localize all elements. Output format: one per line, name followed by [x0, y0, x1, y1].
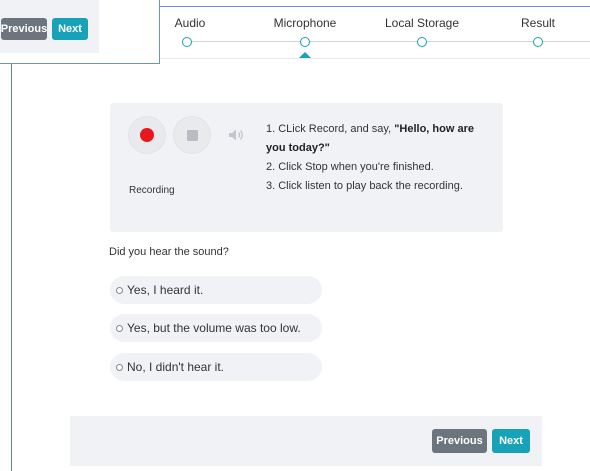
previous-button[interactable]: Previous	[432, 429, 487, 453]
step-label-result: Result	[520, 16, 556, 30]
speaker-icon	[229, 129, 243, 141]
instruction-step-2: 2. Click Stop when you're finished.	[266, 161, 434, 173]
question-text: Did you hear the sound?	[109, 246, 229, 258]
next-button[interactable]: Next	[492, 429, 530, 453]
record-button[interactable]	[129, 117, 165, 153]
step-label-audio: Audio	[174, 16, 206, 30]
bottom-nav-bar: Previous Next	[70, 416, 542, 466]
progress-stepper: Audio Microphone Local Storage Result	[160, 7, 590, 59]
floating-nav-panel: Previous Next	[0, 0, 160, 64]
radio-icon[interactable]	[116, 363, 123, 371]
step-dot-result[interactable]	[533, 37, 543, 47]
recording-instructions: 1. CLick Record, and say, "Hello, how ar…	[266, 120, 481, 196]
option-label: Yes, but the volume was too low.	[127, 321, 301, 335]
stop-icon	[186, 129, 198, 141]
option-label: Yes, I heard it.	[127, 283, 204, 297]
step-dot-audio[interactable]	[182, 37, 192, 47]
step-dot-microphone[interactable]	[300, 37, 310, 47]
recorder-panel: Recording 1. CLick Record, and say, "Hel…	[110, 103, 503, 232]
option-not-heard[interactable]: No, I didn't hear it.	[110, 353, 322, 381]
play-button[interactable]	[219, 117, 255, 153]
top-next-button[interactable]: Next	[52, 18, 88, 40]
instruction-step-1: 1. CLick Record, and say, "Hello, how ar…	[266, 123, 474, 154]
radio-icon[interactable]	[116, 324, 123, 332]
step-label-local-storage: Local Storage	[384, 16, 460, 30]
stepper-track	[182, 41, 590, 42]
radio-icon[interactable]	[116, 286, 123, 294]
step-label-microphone: Microphone	[273, 16, 337, 30]
option-label: No, I didn't hear it.	[127, 360, 225, 374]
recording-status: Recording	[129, 185, 175, 196]
option-too-low[interactable]: Yes, but the volume was too low.	[110, 314, 322, 342]
stop-button[interactable]	[174, 117, 210, 153]
instruction-step-3: 3. Click listen to play back the recordi…	[266, 180, 463, 192]
record-icon	[140, 128, 154, 142]
option-heard[interactable]: Yes, I heard it.	[110, 276, 322, 304]
step-dot-local-storage[interactable]	[417, 37, 427, 47]
left-guide-line	[11, 64, 12, 471]
stepper-divider	[160, 58, 590, 59]
top-previous-button[interactable]: Previous	[1, 18, 47, 40]
